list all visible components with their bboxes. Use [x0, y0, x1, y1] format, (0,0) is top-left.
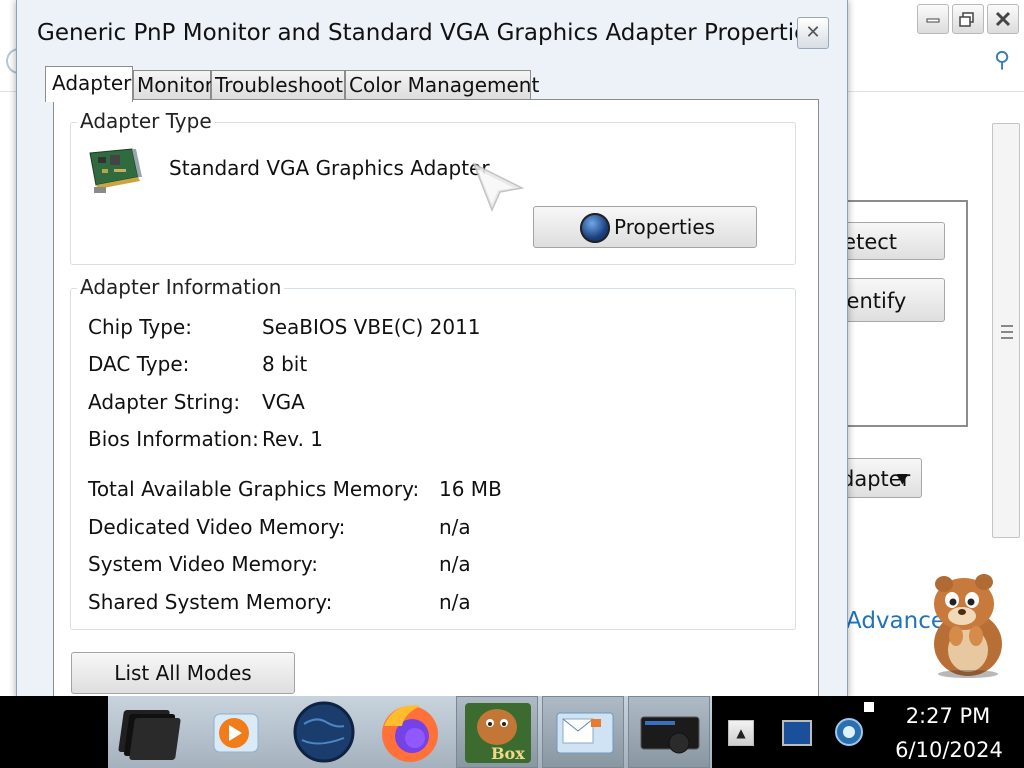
list-all-modes-button[interactable]: List All Modes [71, 652, 295, 694]
info-value: SeaBIOS VBE(C) 2011 [262, 315, 481, 339]
taskbar-item-display[interactable] [628, 696, 710, 768]
tab-monitor[interactable]: Monitor [133, 70, 213, 100]
hamster-mascot[interactable] [922, 570, 1010, 678]
box-app-icon: Box [465, 703, 531, 763]
taskbar-item-media[interactable] [196, 696, 278, 768]
adapter-name: Standard VGA Graphics Adapter [169, 156, 490, 180]
graphics-card-icon [89, 148, 142, 193]
adapter-type-group: Adapter Type Standard VGA Graphics Adapt… [70, 109, 796, 265]
mouse-cursor-icon [472, 162, 525, 212]
info-label: Chip Type: [88, 315, 192, 339]
adapter-type-legend: Adapter Type [77, 109, 215, 133]
display-icon [640, 716, 700, 754]
taskbar-item-firefox[interactable] [368, 696, 450, 768]
close-icon [995, 11, 1011, 27]
info-label: Adapter String: [88, 390, 241, 414]
info-value: Rev. 1 [262, 427, 324, 451]
media-player-icon [213, 713, 259, 753]
chevron-down-icon: ▼ [897, 471, 908, 487]
memory-label: Total Available Graphics Memory: [88, 477, 420, 501]
close-icon: ✕ [805, 22, 821, 43]
properties-button-label: Properties [614, 215, 716, 239]
info-label: Bios Information: [88, 427, 259, 451]
info-label: DAC Type: [88, 352, 190, 376]
uac-shield-icon [580, 213, 610, 243]
minimize-icon [926, 18, 940, 23]
scroll-grip-icon[interactable] [1001, 325, 1013, 339]
show-hidden-icons-button[interactable]: ▲ [728, 720, 754, 746]
system-tray: ▲ 2:27 PM 6/10/2024 [712, 696, 1024, 768]
taskbar: Box ▲ 2:27 PM 6/10/2024 [0, 696, 1024, 768]
info-value: 8 bit [262, 352, 308, 376]
chevron-up-icon: ▲ [736, 726, 746, 740]
taskbar-item-mail[interactable] [542, 696, 624, 768]
adapter-tab-panel: Adapter Type Standard VGA Graphics Adapt… [53, 99, 819, 699]
clock-date[interactable]: 6/10/2024 [884, 738, 1014, 762]
tab-color-management[interactable]: Color Management [345, 70, 539, 100]
taskbar-item-box[interactable]: Box [456, 696, 538, 768]
tab-troubleshoot[interactable]: Troubleshoot [211, 70, 345, 100]
taskbar-item-files[interactable] [112, 696, 194, 768]
memory-label: Dedicated Video Memory: [88, 515, 346, 539]
memory-value: n/a [439, 515, 471, 539]
properties-button[interactable]: Properties [533, 206, 757, 248]
memory-label: Shared System Memory: [88, 590, 333, 614]
restore-button[interactable] [952, 4, 984, 34]
tab-adapter[interactable]: Adapter [45, 66, 133, 102]
network-icon[interactable] [834, 714, 864, 750]
globe-icon [293, 701, 355, 763]
memory-value: 16 MB [439, 477, 502, 501]
file-manager-icon [118, 710, 181, 760]
dialog-title: Generic PnP Monitor and Standard VGA Gra… [37, 20, 821, 46]
search-icon[interactable]: ⚲ [994, 48, 1010, 73]
tray-indicator [864, 702, 874, 712]
taskbar-item-globe[interactable] [282, 696, 364, 768]
firefox-icon [382, 705, 438, 762]
adapter-info-group: Adapter Information Chip Type: SeaBIOS V… [70, 275, 796, 630]
tray-monitor-icon[interactable] [782, 720, 812, 746]
box-label: Box [491, 744, 525, 763]
mail-icon [556, 712, 614, 754]
background-close-button[interactable] [987, 4, 1019, 34]
minimize-button[interactable] [917, 4, 949, 34]
properties-dialog: Generic PnP Monitor and Standard VGA Gra… [16, 0, 848, 700]
restore-icon [959, 12, 974, 27]
info-value: VGA [262, 390, 305, 414]
dialog-close-button[interactable]: ✕ [797, 17, 829, 49]
memory-label: System Video Memory: [88, 552, 318, 576]
memory-value: n/a [439, 590, 471, 614]
memory-value: n/a [439, 552, 471, 576]
adapter-info-legend: Adapter Information [77, 275, 285, 299]
clock-time[interactable]: 2:27 PM [888, 704, 1008, 728]
